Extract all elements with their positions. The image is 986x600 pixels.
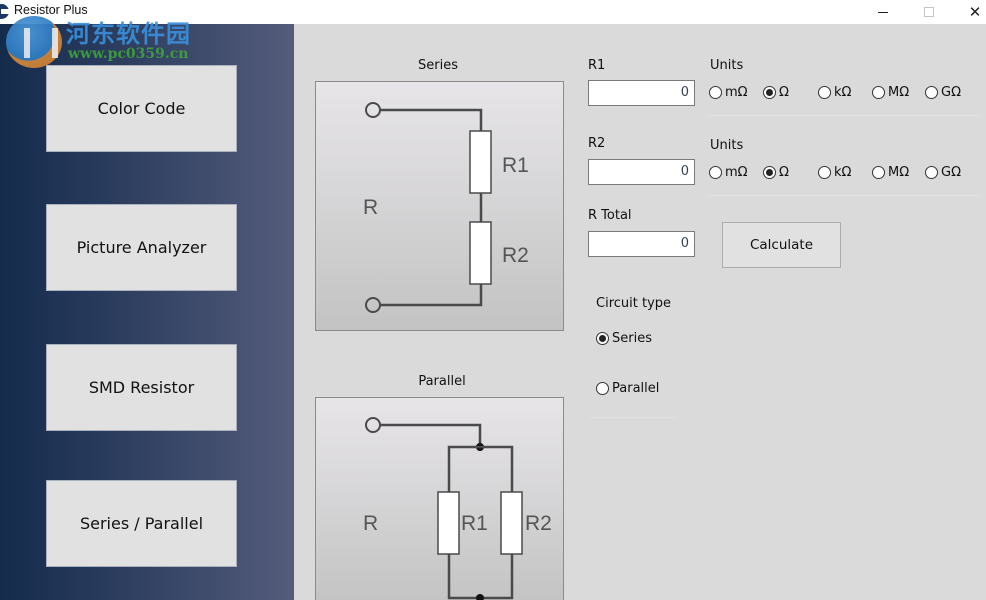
close-icon: ✕	[968, 2, 982, 21]
r1-unit-milliohm[interactable]: mΩ	[709, 85, 748, 100]
maximize-icon	[924, 7, 934, 17]
r2-input[interactable]: 0	[588, 159, 695, 185]
resistor-r2	[500, 491, 523, 555]
series-diagram: R R1 R2	[315, 81, 564, 331]
wire-split-bottom	[447, 554, 514, 600]
circuit-type-series[interactable]: Series	[596, 331, 652, 346]
radio-icon	[818, 166, 831, 179]
r2-unit-kiloohm[interactable]: kΩ	[818, 165, 851, 180]
series-r1-label: R1	[502, 154, 529, 177]
r-total-label: R Total	[588, 208, 632, 223]
radio-icon	[596, 382, 609, 395]
title-bar: Resistor Plus ✕	[0, 0, 986, 24]
series-diagram-title: Series	[418, 58, 458, 73]
minimize-button[interactable]	[860, 0, 906, 24]
parallel-diagram-title: Parallel	[418, 374, 466, 389]
r1-units-label: Units	[710, 58, 744, 73]
sidebar: Color Code Picture Analyzer SMD Resistor…	[0, 24, 294, 600]
series-r-label: R	[363, 196, 378, 219]
radio-icon	[872, 86, 885, 99]
wire-split-top	[447, 445, 514, 492]
parallel-r2-label: R2	[525, 512, 552, 535]
radio-icon	[709, 86, 722, 99]
circuit-type-label: Circuit type	[596, 296, 672, 311]
close-button[interactable]: ✕	[952, 0, 986, 24]
app-icon	[0, 4, 9, 19]
terminal-bottom	[365, 297, 381, 313]
r1-unit-gigaohm[interactable]: GΩ	[925, 85, 961, 100]
calculate-label: Calculate	[749, 237, 814, 253]
circuit-type-group: Circuit type Series Parallel	[590, 294, 676, 418]
junction-bottom	[476, 594, 484, 600]
resistor-r2	[469, 221, 492, 285]
color-code-button[interactable]: Color Code	[46, 65, 237, 152]
r2-label: R2	[588, 136, 606, 151]
wire-top	[380, 423, 482, 447]
smd-resistor-button[interactable]: SMD Resistor	[46, 344, 237, 431]
r2-unit-megaohm[interactable]: MΩ	[872, 165, 909, 180]
radio-icon	[818, 86, 831, 99]
r1-unit-ohm[interactable]: Ω	[763, 85, 789, 100]
resistor-r1	[469, 130, 492, 194]
circuit-type-parallel[interactable]: Parallel	[596, 381, 659, 396]
series-r2-label: R2	[502, 244, 529, 267]
series-circuit-drawing: R R1 R2	[363, 102, 529, 313]
radio-selected-icon	[596, 332, 609, 345]
r-total-output: 0	[588, 231, 695, 257]
smd-resistor-label: SMD Resistor	[88, 378, 195, 397]
r1-unit-megaohm[interactable]: MΩ	[872, 85, 909, 100]
calculate-button[interactable]: Calculate	[722, 222, 841, 268]
radio-selected-icon	[763, 86, 776, 99]
picture-analyzer-button[interactable]: Picture Analyzer	[46, 204, 237, 291]
resistor-r1	[437, 491, 460, 555]
r2-unit-ohm[interactable]: Ω	[763, 165, 789, 180]
r2-unit-milliohm[interactable]: mΩ	[709, 165, 748, 180]
wire-top	[380, 108, 483, 131]
parallel-r1-label: R1	[461, 512, 488, 535]
r1-units-group: Units mΩ Ω kΩ MΩ GΩ	[708, 58, 980, 116]
terminal-top	[365, 102, 381, 118]
r2-unit-gigaohm[interactable]: GΩ	[925, 165, 961, 180]
window-title: Resistor Plus	[14, 3, 88, 17]
parallel-diagram: R R1 R2	[315, 397, 564, 600]
r1-unit-kiloohm[interactable]: kΩ	[818, 85, 851, 100]
picture-analyzer-label: Picture Analyzer	[76, 238, 207, 257]
r1-input[interactable]: 0	[588, 80, 695, 106]
radio-icon	[709, 166, 722, 179]
parallel-circuit-drawing: R R1 R2	[363, 417, 552, 600]
parallel-r-label: R	[363, 512, 378, 535]
r2-units-label: Units	[710, 138, 744, 153]
maximize-button[interactable]	[906, 0, 952, 24]
terminal-top	[365, 417, 381, 433]
radio-icon	[872, 166, 885, 179]
radio-icon	[925, 86, 938, 99]
series-parallel-label: Series / Parallel	[79, 514, 204, 533]
radio-selected-icon	[763, 166, 776, 179]
r1-label: R1	[588, 58, 606, 73]
radio-icon	[925, 166, 938, 179]
main-panel: Series R R1 R2 Parallel R R1 R2 R1 0 Uni…	[294, 24, 986, 600]
color-code-label: Color Code	[97, 99, 186, 118]
wire-bottom	[380, 284, 483, 307]
minimize-icon	[878, 11, 888, 13]
r2-units-group: Units mΩ Ω kΩ MΩ GΩ	[708, 138, 980, 196]
series-parallel-button[interactable]: Series / Parallel	[46, 480, 237, 567]
